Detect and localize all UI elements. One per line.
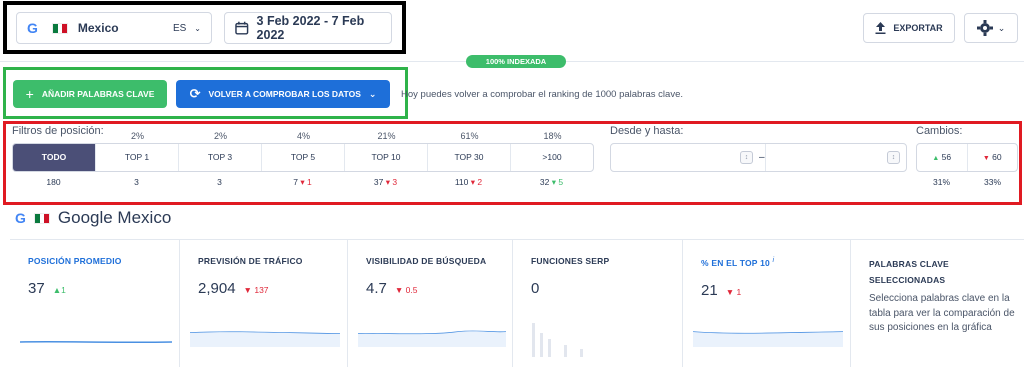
country-selector[interactable]: G Mexico ES ⌄	[16, 12, 212, 44]
changes-toggle: ▲ 56 ▼ 60	[916, 143, 1018, 172]
card-selected-keywords: PALABRAS CLAVE SELECCIONADAS Selecciona …	[851, 240, 1024, 367]
recheck-label: VOLVER A COMPROBAR LOS DATOS	[208, 89, 361, 99]
google-icon: G	[27, 20, 38, 36]
filter-count: 110 ▾ 2	[454, 177, 483, 187]
export-icon	[875, 22, 886, 34]
filter-tab-top30[interactable]: TOP 30	[427, 144, 510, 171]
sparkline-chart	[190, 331, 340, 347]
filter-percent: 2%	[213, 131, 227, 141]
add-keywords-button[interactable]: + AÑADIR PALABRAS CLAVE	[13, 80, 167, 108]
range-from-input[interactable]: ↕	[611, 144, 759, 171]
card-title: % EN EL TOP 10 i	[701, 256, 775, 268]
card-traffic-forecast[interactable]: PREVISIÓN DE TRÁFICO 2,904 ▼ 137	[180, 240, 348, 367]
filter-tab-all[interactable]: TODO	[13, 144, 95, 171]
info-icon[interactable]: i	[773, 256, 775, 264]
filter-tab-top5[interactable]: TOP 5	[261, 144, 344, 171]
recheck-data-button[interactable]: ⟳ VOLVER A COMPROBAR LOS DATOS ⌄	[176, 80, 390, 108]
filter-percent: 4%	[296, 131, 310, 141]
gear-icon	[976, 20, 993, 36]
filter-count: 3	[217, 177, 222, 187]
plus-icon: +	[25, 86, 34, 102]
up-arrow-icon: ▲	[52, 285, 62, 295]
filter-count: 37 ▾ 3	[373, 177, 398, 187]
range-inputs: ↕ – ↕	[610, 143, 907, 172]
down-arrow-icon: ▼	[725, 286, 735, 297]
chevron-down-icon: ⌄	[194, 23, 201, 33]
date-range-picker[interactable]: 3 Feb 2022 - 7 Feb 2022	[224, 12, 392, 44]
card-value: 2,904 ▼ 137	[198, 280, 269, 297]
export-button[interactable]: EXPORTAR	[863, 13, 955, 43]
filter-percent: 18%	[543, 131, 562, 141]
card-title: PREVISIÓN DE TRÁFICO	[198, 256, 303, 266]
engine-title: G Google Mexico	[15, 208, 171, 228]
changes-up-percent: 31%	[932, 177, 950, 187]
card-value: 21 ▼ 1	[701, 281, 742, 299]
filter-count: 7 ▾ 1	[293, 177, 312, 187]
filter-percent: 61%	[460, 131, 479, 141]
down-arrow-icon: ▾	[470, 177, 476, 187]
card-description: Selecciona palabras clave en la tabla pa…	[869, 293, 1015, 334]
changes-down-percent: 33%	[983, 177, 1001, 187]
filter-tab-over100[interactable]: >100	[510, 144, 593, 171]
sparkline-chart	[358, 330, 506, 347]
down-arrow-icon: ▼	[394, 285, 404, 295]
card-search-visibility[interactable]: VISIBILIDAD DE BÚSQUEDA 4.7 ▼ 0.5	[348, 240, 513, 367]
card-title: FUNCIONES SERP	[531, 256, 610, 266]
card-average-position[interactable]: POSICIÓN PROMEDIO 37 ▲1	[10, 240, 180, 367]
filter-tab-top10[interactable]: TOP 10	[344, 144, 427, 171]
changes-label: Cambios:	[916, 125, 963, 137]
settings-button[interactable]: ⌄	[964, 13, 1018, 43]
filter-tab-top1[interactable]: TOP 1	[95, 144, 178, 171]
filter-tab-top3[interactable]: TOP 3	[178, 144, 261, 171]
card-title: PALABRAS CLAVE SELECCIONADAS	[869, 259, 949, 286]
google-icon: G	[15, 210, 26, 226]
up-arrow-icon: ▲	[932, 155, 940, 162]
up-arrow-icon: ▾	[551, 177, 556, 187]
mexico-flag-icon	[51, 22, 68, 34]
down-arrow-icon: ▼	[243, 285, 252, 295]
sparkline-chart	[693, 331, 843, 347]
changes-down-button[interactable]: ▼ 60	[966, 144, 1018, 171]
add-keywords-label: AÑADIR PALABRAS CLAVE	[41, 89, 155, 99]
indexed-badge: 100% INDEXADA	[466, 55, 566, 68]
chevron-down-icon: ⌄	[997, 22, 1006, 33]
card-top10-percent[interactable]: % EN EL TOP 10 i 21 ▼ 1	[683, 240, 851, 367]
card-value: 0	[531, 280, 540, 297]
card-title: POSICIÓN PROMEDIO	[28, 256, 122, 266]
chevron-down-icon: ⌄	[368, 88, 377, 99]
calendar-icon	[235, 21, 249, 35]
down-arrow-icon: ▼	[982, 155, 990, 162]
sparkline-chart	[20, 340, 172, 344]
language-code: ES	[172, 22, 187, 34]
stepper-icon[interactable]: ↕	[740, 151, 753, 164]
card-value: 37 ▲1	[28, 280, 66, 297]
card-serp-features[interactable]: FUNCIONES SERP 0	[513, 240, 683, 367]
bar-sparkline-chart	[532, 323, 583, 357]
country-name: Mexico	[77, 21, 119, 35]
filter-percent: 21%	[377, 131, 396, 141]
mexico-flag-icon	[33, 212, 50, 224]
filter-percent: 2%	[130, 131, 144, 141]
refresh-icon: ⟳	[189, 86, 201, 101]
card-value: 4.7 ▼ 0.5	[366, 280, 418, 297]
export-label: EXPORTAR	[893, 23, 943, 33]
changes-percents: 31% 33%	[916, 177, 1018, 187]
range-label: Desde y hasta:	[610, 125, 684, 137]
position-filter-tabs: TODO TOP 1 TOP 3 TOP 5 TOP 10 TOP 30 >10…	[12, 143, 594, 172]
date-range-text: 3 Feb 2022 - 7 Feb 2022	[256, 14, 365, 42]
filter-count: 32 ▾ 5	[539, 177, 564, 187]
filter-count: 3	[134, 177, 139, 187]
position-filters-label: Filtros de posición:	[12, 125, 104, 137]
recheck-hint: Hoy puedes volver a comprobar el ranking…	[401, 89, 683, 100]
filter-count: 180	[46, 177, 61, 187]
changes-up-button[interactable]: ▲ 56	[917, 144, 967, 171]
down-arrow-icon: ▾	[385, 177, 390, 187]
stepper-icon[interactable]: ↕	[887, 151, 900, 164]
position-filter-percents: 2% 2% 4% 21% 61% 18%	[96, 131, 594, 141]
engine-name: Google Mexico	[57, 208, 172, 227]
range-to-input[interactable]: ↕	[764, 144, 906, 171]
down-arrow-icon: ▾	[300, 177, 305, 187]
position-filter-counts: 180 3 3 7 ▾ 1 37 ▾ 3 110 ▾ 2 32 ▾ 5	[12, 177, 593, 188]
card-title: VISIBILIDAD DE BÚSQUEDA	[366, 256, 487, 266]
